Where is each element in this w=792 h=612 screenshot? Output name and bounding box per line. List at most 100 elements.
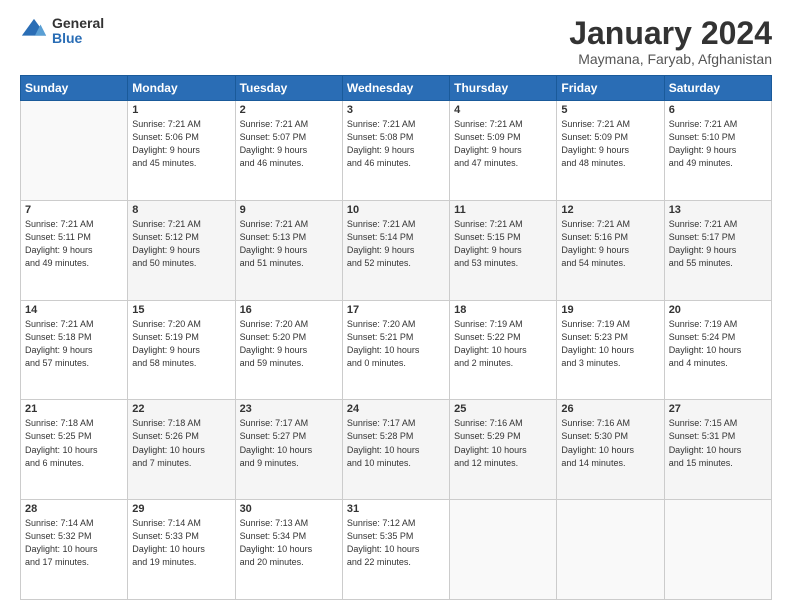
weekday-header-friday: Friday <box>557 76 664 101</box>
day-info: Sunrise: 7:15 AM Sunset: 5:31 PM Dayligh… <box>669 417 767 469</box>
day-number: 10 <box>347 204 445 216</box>
day-info: Sunrise: 7:13 AM Sunset: 5:34 PM Dayligh… <box>240 517 338 569</box>
weekday-header-wednesday: Wednesday <box>342 76 449 101</box>
calendar-cell: 30 Sunrise: 7:13 AM Sunset: 5:34 PM Dayli… <box>235 500 342 600</box>
logo-general: General <box>52 16 104 31</box>
logo-text: General Blue <box>52 16 104 47</box>
day-info: Sunrise: 7:20 AM Sunset: 5:21 PM Dayligh… <box>347 318 445 370</box>
calendar-cell: 1 Sunrise: 7:21 AM Sunset: 5:06 PM Daylig… <box>128 101 235 201</box>
day-info: Sunrise: 7:21 AM Sunset: 5:07 PM Dayligh… <box>240 118 338 170</box>
calendar-cell: 31Sunrise: 7:12 AM Sunset: 5:35 PM Dayli… <box>342 500 449 600</box>
day-info: Sunrise: 7:21 AM Sunset: 5:14 PM Dayligh… <box>347 218 445 270</box>
day-info: Sunrise: 7:21 AM Sunset: 5:15 PM Dayligh… <box>454 218 552 270</box>
calendar-cell: 10 Sunrise: 7:21 AM Sunset: 5:14 PM Dayli… <box>342 200 449 300</box>
weekday-header-sunday: Sunday <box>21 76 128 101</box>
calendar-cell: 6 Sunrise: 7:21 AM Sunset: 5:10 PM Daylig… <box>664 101 771 201</box>
day-number: 31 <box>347 503 445 515</box>
calendar-cell: 24 Sunrise: 7:17 AM Sunset: 5:28 PM Dayli… <box>342 400 449 500</box>
calendar-cell: 11Sunrise: 7:21 AM Sunset: 5:15 PM Dayli… <box>450 200 557 300</box>
day-info: Sunrise: 7:17 AM Sunset: 5:27 PM Dayligh… <box>240 417 338 469</box>
day-number: 14 <box>25 304 123 316</box>
weekday-header-tuesday: Tuesday <box>235 76 342 101</box>
day-number: 17 <box>347 304 445 316</box>
calendar-cell <box>450 500 557 600</box>
day-number: 29 <box>132 503 230 515</box>
day-number: 20 <box>669 304 767 316</box>
day-number: 1 <box>132 104 230 116</box>
calendar-cell: 29 Sunrise: 7:14 AM Sunset: 5:33 PM Dayli… <box>128 500 235 600</box>
day-info: Sunrise: 7:19 AM Sunset: 5:23 PM Dayligh… <box>561 318 659 370</box>
day-info: Sunrise: 7:18 AM Sunset: 5:25 PM Dayligh… <box>25 417 123 469</box>
calendar-cell: 14 Sunrise: 7:21 AM Sunset: 5:18 PM Dayli… <box>21 300 128 400</box>
calendar-title: January 2024 <box>569 16 772 51</box>
day-info: Sunrise: 7:21 AM Sunset: 5:08 PM Dayligh… <box>347 118 445 170</box>
day-number: 7 <box>25 204 123 216</box>
calendar-cell: 22Sunrise: 7:18 AM Sunset: 5:26 PM Dayli… <box>128 400 235 500</box>
day-number: 22 <box>132 403 230 415</box>
calendar-cell: 19 Sunrise: 7:19 AM Sunset: 5:23 PM Dayli… <box>557 300 664 400</box>
day-number: 3 <box>347 104 445 116</box>
calendar-cell: 27Sunrise: 7:15 AM Sunset: 5:31 PM Dayli… <box>664 400 771 500</box>
day-number: 28 <box>25 503 123 515</box>
calendar-table: SundayMondayTuesdayWednesdayThursdayFrid… <box>20 75 772 600</box>
weekday-header-thursday: Thursday <box>450 76 557 101</box>
title-block: January 2024 Maymana, Faryab, Afghanista… <box>569 16 772 67</box>
day-info: Sunrise: 7:14 AM Sunset: 5:33 PM Dayligh… <box>132 517 230 569</box>
day-info: Sunrise: 7:17 AM Sunset: 5:28 PM Dayligh… <box>347 417 445 469</box>
calendar-cell: 26Sunrise: 7:16 AM Sunset: 5:30 PM Dayli… <box>557 400 664 500</box>
calendar-cell <box>664 500 771 600</box>
day-info: Sunrise: 7:21 AM Sunset: 5:18 PM Dayligh… <box>25 318 123 370</box>
day-info: Sunrise: 7:20 AM Sunset: 5:19 PM Dayligh… <box>132 318 230 370</box>
day-number: 19 <box>561 304 659 316</box>
calendar-cell: 21 Sunrise: 7:18 AM Sunset: 5:25 PM Dayli… <box>21 400 128 500</box>
day-number: 6 <box>669 104 767 116</box>
day-number: 9 <box>240 204 338 216</box>
calendar-cell: 15 Sunrise: 7:20 AM Sunset: 5:19 PM Dayli… <box>128 300 235 400</box>
day-number: 30 <box>240 503 338 515</box>
day-info: Sunrise: 7:19 AM Sunset: 5:22 PM Dayligh… <box>454 318 552 370</box>
calendar-cell: 16Sunrise: 7:20 AM Sunset: 5:20 PM Dayli… <box>235 300 342 400</box>
day-number: 25 <box>454 403 552 415</box>
calendar-subtitle: Maymana, Faryab, Afghanistan <box>569 51 772 67</box>
day-info: Sunrise: 7:21 AM Sunset: 5:12 PM Dayligh… <box>132 218 230 270</box>
calendar-cell: 28 Sunrise: 7:14 AM Sunset: 5:32 PM Dayli… <box>21 500 128 600</box>
calendar-cell: 13Sunrise: 7:21 AM Sunset: 5:17 PM Dayli… <box>664 200 771 300</box>
week-row-1: 7Sunrise: 7:21 AM Sunset: 5:11 PM Daylig… <box>21 200 772 300</box>
week-row-3: 21 Sunrise: 7:18 AM Sunset: 5:25 PM Dayli… <box>21 400 772 500</box>
day-info: Sunrise: 7:16 AM Sunset: 5:29 PM Dayligh… <box>454 417 552 469</box>
day-number: 2 <box>240 104 338 116</box>
calendar-cell <box>557 500 664 600</box>
weekday-header-monday: Monday <box>128 76 235 101</box>
day-number: 21 <box>25 403 123 415</box>
week-row-0: 1 Sunrise: 7:21 AM Sunset: 5:06 PM Daylig… <box>21 101 772 201</box>
day-number: 13 <box>669 204 767 216</box>
day-number: 8 <box>132 204 230 216</box>
calendar-cell: 5Sunrise: 7:21 AM Sunset: 5:09 PM Daylig… <box>557 101 664 201</box>
calendar-cell: 20 Sunrise: 7:19 AM Sunset: 5:24 PM Dayli… <box>664 300 771 400</box>
calendar-cell: 9 Sunrise: 7:21 AM Sunset: 5:13 PM Daylig… <box>235 200 342 300</box>
day-info: Sunrise: 7:16 AM Sunset: 5:30 PM Dayligh… <box>561 417 659 469</box>
day-number: 15 <box>132 304 230 316</box>
calendar-cell: 3 Sunrise: 7:21 AM Sunset: 5:08 PM Daylig… <box>342 101 449 201</box>
page: General Blue January 2024 Maymana, Farya… <box>0 0 792 612</box>
day-info: Sunrise: 7:21 AM Sunset: 5:10 PM Dayligh… <box>669 118 767 170</box>
calendar-cell: 12 Sunrise: 7:21 AM Sunset: 5:16 PM Dayli… <box>557 200 664 300</box>
calendar-cell: 18 Sunrise: 7:19 AM Sunset: 5:22 PM Dayli… <box>450 300 557 400</box>
day-info: Sunrise: 7:20 AM Sunset: 5:20 PM Dayligh… <box>240 318 338 370</box>
day-info: Sunrise: 7:21 AM Sunset: 5:13 PM Dayligh… <box>240 218 338 270</box>
day-info: Sunrise: 7:21 AM Sunset: 5:09 PM Dayligh… <box>454 118 552 170</box>
day-info: Sunrise: 7:21 AM Sunset: 5:16 PM Dayligh… <box>561 218 659 270</box>
calendar-cell: 4Sunrise: 7:21 AM Sunset: 5:09 PM Daylig… <box>450 101 557 201</box>
weekday-header-row: SundayMondayTuesdayWednesdayThursdayFrid… <box>21 76 772 101</box>
calendar-cell <box>21 101 128 201</box>
day-number: 24 <box>347 403 445 415</box>
calendar-cell: 7Sunrise: 7:21 AM Sunset: 5:11 PM Daylig… <box>21 200 128 300</box>
day-info: Sunrise: 7:19 AM Sunset: 5:24 PM Dayligh… <box>669 318 767 370</box>
week-row-2: 14 Sunrise: 7:21 AM Sunset: 5:18 PM Dayli… <box>21 300 772 400</box>
day-number: 18 <box>454 304 552 316</box>
day-number: 12 <box>561 204 659 216</box>
day-info: Sunrise: 7:21 AM Sunset: 5:06 PM Dayligh… <box>132 118 230 170</box>
calendar-cell: 23Sunrise: 7:17 AM Sunset: 5:27 PM Dayli… <box>235 400 342 500</box>
day-info: Sunrise: 7:14 AM Sunset: 5:32 PM Dayligh… <box>25 517 123 569</box>
day-number: 5 <box>561 104 659 116</box>
